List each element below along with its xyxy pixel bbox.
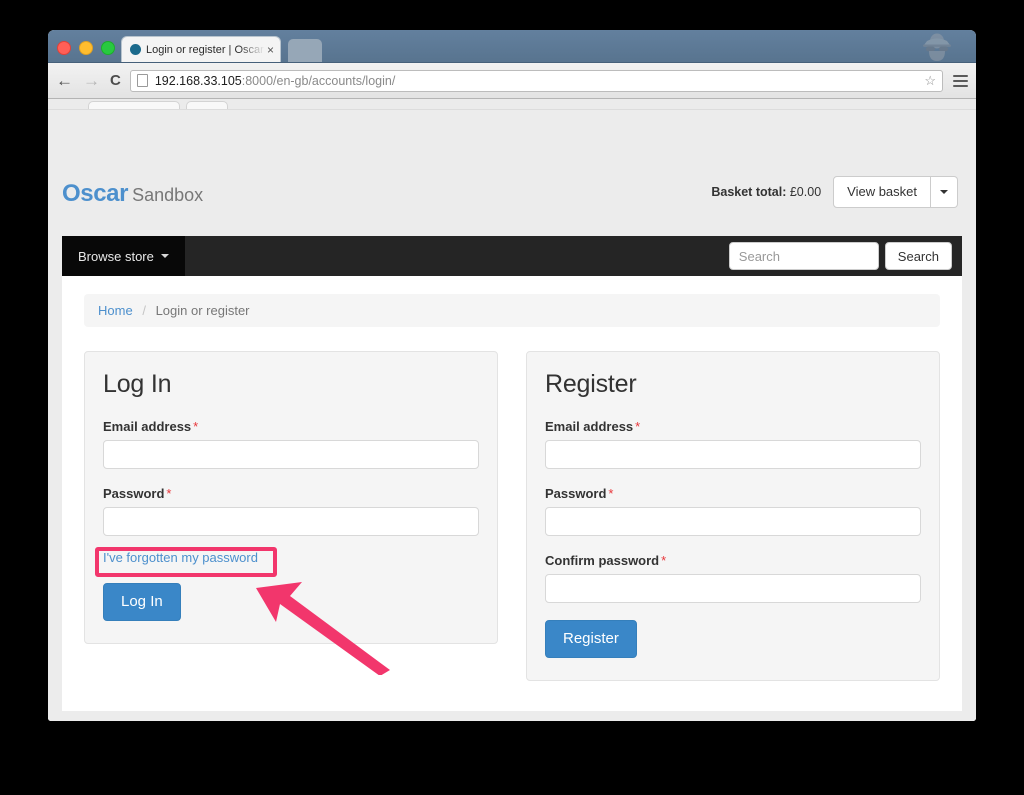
content-container: Home / Login or register Log In Email ad… (62, 276, 962, 711)
breadcrumb-current: Login or register (155, 303, 250, 318)
required-marker: * (608, 486, 614, 501)
browse-store-label: Browse store (78, 248, 154, 264)
forgot-password-link[interactable]: I've forgotten my password (103, 550, 258, 565)
tab-title: Login or register | Oscar - S (146, 43, 265, 56)
site-header: Oscar Sandbox Basket total: £0.00 View ba… (48, 110, 976, 236)
maximize-window-button[interactable] (101, 41, 115, 55)
breadcrumb: Home / Login or register (84, 294, 940, 327)
register-heading: Register (545, 370, 637, 398)
register-confirm-label: Confirm password * (545, 553, 921, 568)
url-path: :8000/en-gb/accounts/login/ (241, 73, 396, 88)
register-submit-button[interactable]: Register (545, 620, 637, 658)
browser-toolbar: ← → C 192.168.33.105 :8000/en-gb/account… (48, 63, 976, 99)
browse-store-menu[interactable]: Browse store (62, 236, 185, 276)
basket-summary: Basket total: £0.00 View basket (711, 176, 958, 208)
required-marker: * (166, 486, 172, 501)
login-password-input[interactable] (103, 507, 479, 536)
login-heading: Log In (103, 370, 172, 398)
login-email-label-text: Email address (103, 419, 192, 434)
search-input[interactable] (728, 242, 879, 270)
login-submit-button[interactable]: Log In (103, 583, 181, 621)
url-host: 192.168.33.105 (154, 73, 242, 88)
sliver-shape-right (186, 101, 228, 109)
favicon-icon (130, 44, 141, 55)
browser-titlebar: Login or register | Oscar - S × (48, 30, 976, 63)
login-email-input[interactable] (103, 440, 479, 469)
caret-down-icon (160, 254, 169, 258)
main-navbar: Browse store Search (62, 236, 962, 276)
basket-total: Basket total: £0.00 (711, 185, 821, 199)
forward-button-icon[interactable]: → (83, 72, 100, 89)
incognito-icon (923, 33, 951, 61)
caret-down-icon (940, 189, 948, 194)
page-info-icon[interactable] (136, 74, 148, 87)
search-button[interactable]: Search (884, 242, 952, 270)
bookmark-star-icon[interactable]: ☆ (924, 73, 936, 89)
page-background: Oscar Sandbox Basket total: £0.00 View ba… (48, 110, 976, 721)
brand-primary: Oscar (62, 180, 129, 207)
hamburger-menu-icon[interactable] (953, 74, 968, 87)
basket-button-group: View basket (833, 176, 958, 208)
required-marker: * (661, 553, 667, 568)
register-column: Register Email address * Password * Confir… (526, 351, 940, 681)
address-bar[interactable]: 192.168.33.105 :8000/en-gb/accounts/logi… (129, 69, 943, 92)
window-controls (57, 41, 115, 55)
browser-window: Login or register | Oscar - S × ← → C 19… (48, 30, 976, 721)
register-password-input[interactable] (545, 507, 921, 536)
breadcrumb-home-link[interactable]: Home (98, 303, 133, 318)
login-email-label: Email address * (103, 419, 479, 434)
register-confirm-label-text: Confirm password (545, 553, 660, 568)
site-logo[interactable]: Oscar Sandbox (62, 182, 203, 206)
register-confirm-input[interactable] (545, 574, 921, 603)
register-email-label: Email address * (545, 419, 921, 434)
close-tab-icon[interactable]: × (267, 44, 274, 56)
required-marker: * (635, 419, 641, 434)
new-tab-button[interactable] (288, 39, 322, 62)
breadcrumb-separator: / (142, 303, 146, 318)
login-panel: Log In Email address * Password * I've for… (84, 351, 498, 644)
basket-total-label: Basket total: (711, 184, 787, 199)
login-column: Log In Email address * Password * I've for… (84, 351, 498, 644)
page-viewport: Oscar Sandbox Basket total: £0.00 View ba… (48, 99, 976, 721)
reload-button-icon[interactable]: C (110, 73, 121, 88)
register-panel: Register Email address * Password * Confir… (526, 351, 940, 681)
view-basket-button[interactable]: View basket (833, 176, 931, 208)
browser-tab[interactable]: Login or register | Oscar - S × (121, 36, 281, 62)
register-email-label-text: Email address (545, 419, 634, 434)
auth-columns: Log In Email address * Password * I've for… (84, 351, 940, 681)
forgot-password-row: I've forgotten my password (103, 549, 479, 567)
login-password-label-text: Password (103, 486, 165, 501)
close-window-button[interactable] (57, 41, 71, 55)
page-scroll-sliver (48, 99, 976, 110)
minimize-window-button[interactable] (79, 41, 93, 55)
navbar-search-form: Search (728, 242, 952, 270)
brand-secondary: Sandbox (132, 185, 204, 205)
basket-dropdown-button[interactable] (931, 176, 958, 208)
login-password-label: Password * (103, 486, 479, 501)
back-button-icon[interactable]: ← (56, 72, 73, 89)
register-password-label: Password * (545, 486, 921, 501)
basket-total-amount: £0.00 (789, 184, 822, 199)
register-email-input[interactable] (545, 440, 921, 469)
register-password-label-text: Password (545, 486, 607, 501)
required-marker: * (193, 419, 199, 434)
sliver-shape-left (88, 101, 180, 109)
